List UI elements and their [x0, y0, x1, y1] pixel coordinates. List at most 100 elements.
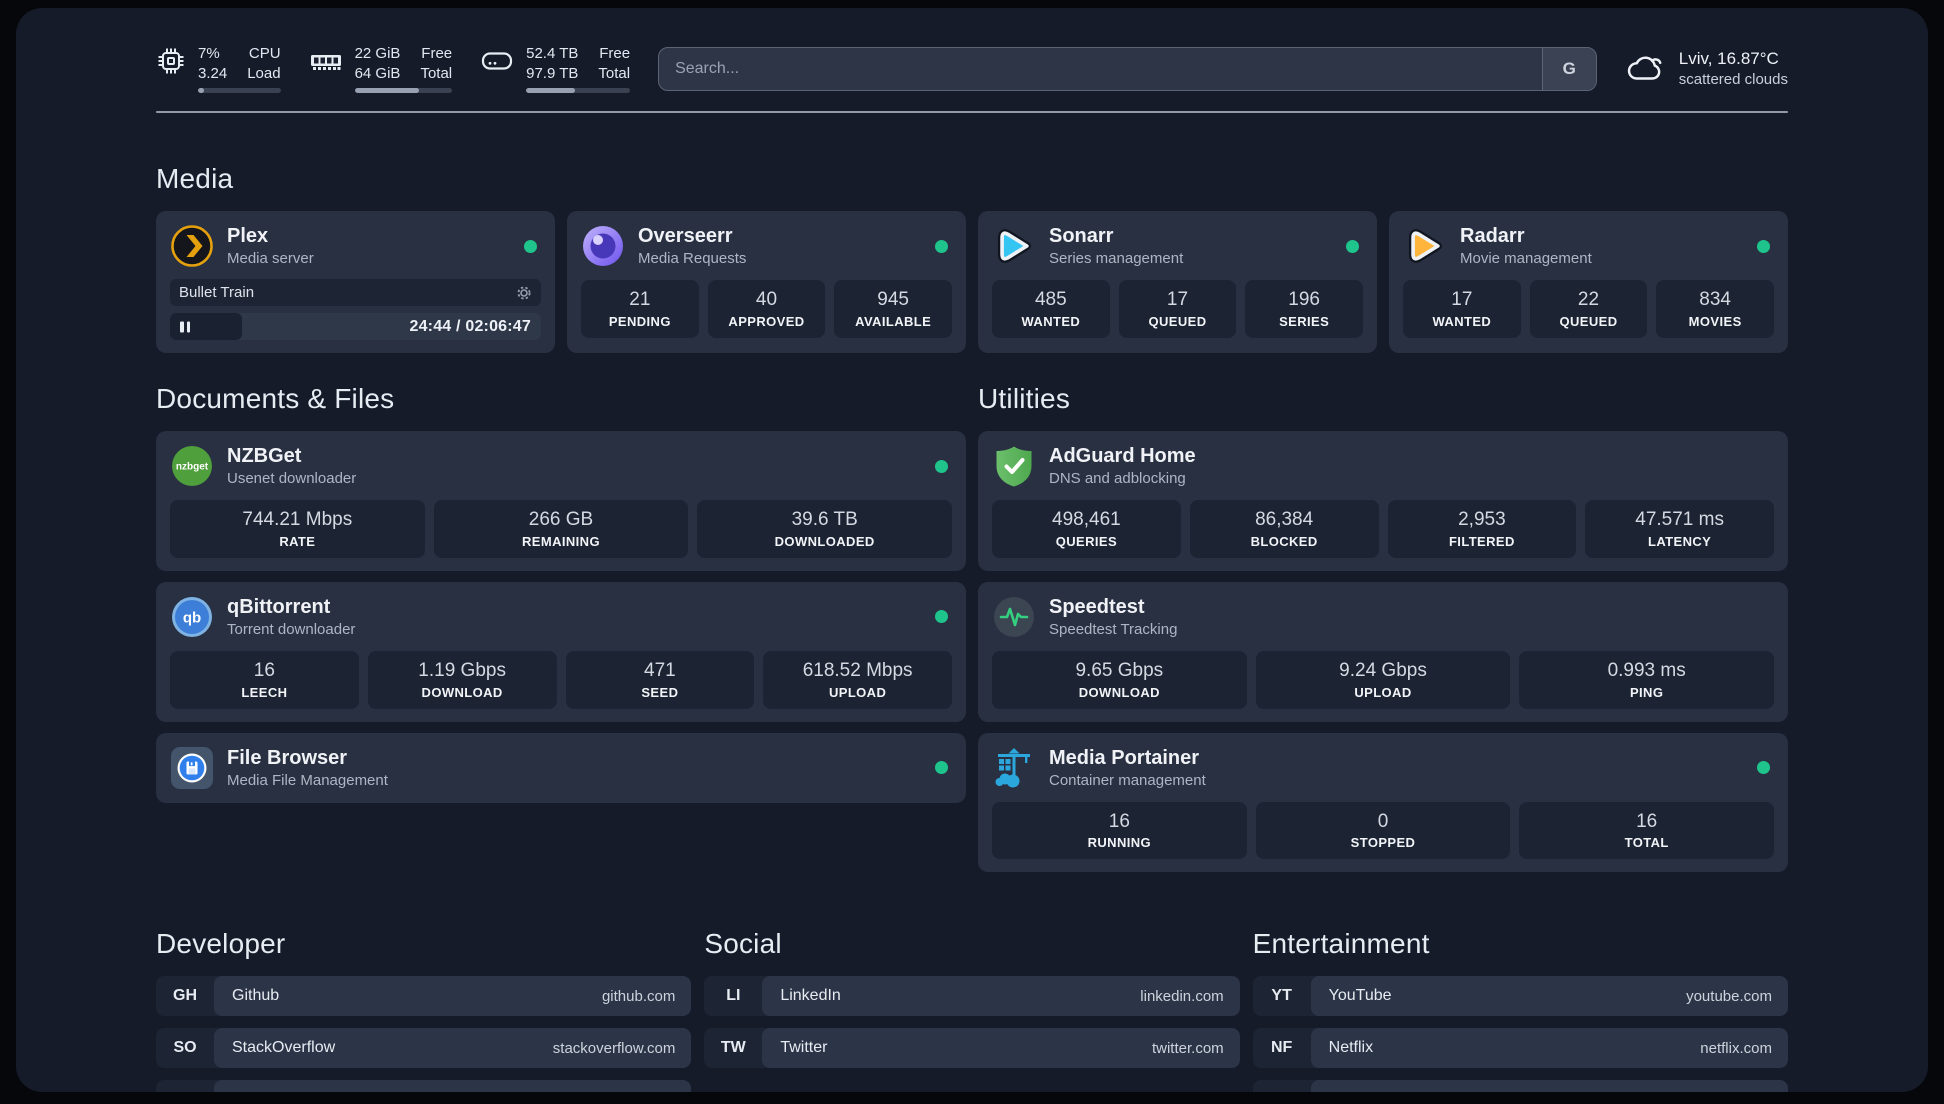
stat-tile: 17 WANTED — [1403, 280, 1521, 338]
stat-tile: 17 QUEUED — [1118, 280, 1237, 338]
stat-tile: 196 SERIES — [1245, 280, 1363, 338]
linkedin-abbr-icon: LI — [726, 987, 741, 1005]
memory-metric: 22 GiB 64 GiB Free Total — [309, 44, 453, 93]
app-name: Overseerr — [638, 225, 733, 247]
app-description: Torrent downloader — [227, 620, 356, 638]
storage-free-value: 52.4 TB — [526, 45, 579, 62]
stat-tile: 266 GB REMAINING — [433, 500, 689, 558]
adguard-card: AdGuard Home DNS and adblocking 498,461 … — [978, 431, 1788, 571]
stat-tile: 16 RUNNING — [992, 801, 1247, 860]
section-title-social: Social — [704, 928, 782, 960]
sonarr-app-link[interactable]: Sonarr Series management — [992, 224, 1363, 268]
app-name: NZBGet — [227, 445, 302, 467]
stat-tile: 47.571 ms LATENCY — [1585, 500, 1774, 558]
overseerr-icon — [581, 224, 625, 268]
now-playing-row: Bullet Train — [170, 279, 541, 306]
stat-label: QUEUED — [1148, 313, 1207, 329]
link-youtube[interactable]: YT YouTube youtube.com — [1252, 976, 1788, 1017]
app-description: Media server — [227, 250, 314, 267]
stat-value: 485 — [1034, 289, 1067, 310]
stat-label: SERIES — [1279, 313, 1330, 329]
header-divider — [156, 111, 1788, 113]
plex-app-link[interactable]: Plex Media server — [170, 224, 541, 268]
playback-progress-bar[interactable]: 24:44 / 02:06:47 — [170, 313, 541, 340]
link-twitter[interactable]: TW Twitter twitter.com — [704, 1028, 1240, 1069]
stat-value: 47.571 ms — [1635, 509, 1724, 530]
stat-value: 945 — [877, 289, 909, 310]
stat-value: 618.52 Mbps — [802, 659, 913, 681]
link-url: linkedin.com — [1140, 987, 1224, 1005]
dashboard: 7% 3.24 CPU Load 22 GiB 64 GiB Free Tota… — [16, 8, 1928, 1092]
filebrowser-card: File Browser Media File Management — [156, 732, 966, 803]
stat-value: 2,953 — [1458, 509, 1506, 530]
system-metrics: 7% 3.24 CPU Load 22 GiB 64 GiB Free Tota… — [156, 44, 631, 93]
stat-label: WANTED — [1021, 313, 1081, 329]
plex-icon — [170, 224, 214, 268]
stat-label: SEED — [641, 684, 679, 700]
app-description: DNS and adblocking — [1049, 470, 1186, 487]
link-github[interactable]: GH Github github.com — [156, 976, 692, 1017]
entertainment-section: Entertainment YT YouTube youtube.com NF … — [1252, 928, 1788, 1092]
overseerr-app-link[interactable]: Overseerr Media Requests — [581, 224, 952, 268]
stat-tile: 39.6 TB DOWNLOADED — [697, 500, 952, 558]
status-online-dot — [524, 239, 537, 253]
stat-value: 834 — [1699, 289, 1731, 310]
link-dev-to[interactable]: DT DEV dev.to — [156, 1080, 692, 1092]
portainer-app-link[interactable]: Media Portainer Container management — [992, 746, 1774, 790]
utilities-column: Utilities AdGuard Home DNS and adblockin… — [978, 383, 1788, 873]
app-name: File Browser — [227, 746, 348, 769]
stat-tile: 2,953 FILTERED — [1387, 500, 1577, 558]
stat-tile: 618.52 Mbps UPLOAD — [763, 650, 952, 709]
link-name: YouTube — [1328, 987, 1392, 1005]
radarr-app-link[interactable]: Radarr Movie management — [1403, 224, 1774, 268]
link-stackoverflow[interactable]: SO StackOverflow stackoverflow.com — [156, 1028, 692, 1069]
stat-label: QUEUED — [1559, 313, 1618, 329]
search-input[interactable] — [659, 47, 1542, 90]
app-name: Sonarr — [1049, 225, 1114, 247]
dev-to-abbr-icon: DT — [156, 1080, 214, 1092]
ram-icon — [309, 46, 343, 76]
link-linkedin[interactable]: LI LinkedIn linkedin.com — [704, 976, 1240, 1017]
stat-label: RATE — [279, 533, 316, 549]
link-netflix[interactable]: NF Netflix netflix.com — [1252, 1028, 1788, 1069]
filebrowser-app-link[interactable]: File Browser Media File Management — [170, 746, 952, 790]
stat-value: 0 — [1377, 810, 1389, 832]
adguard-app-link[interactable]: AdGuard Home DNS and adblocking — [992, 444, 1774, 488]
radarr-card: Radarr Movie management 17 WANTED 22 QUE… — [1389, 211, 1788, 353]
link-name: StackOverflow — [232, 1039, 336, 1057]
storage-metric: 52.4 TB 97.9 TB Free Total — [480, 44, 631, 93]
pause-button[interactable] — [180, 321, 190, 332]
qbittorrent-app-link[interactable]: qb qBittorrent Torrent downloader — [170, 595, 952, 639]
stat-value: 498,461 — [1052, 509, 1121, 530]
github-abbr-icon: GH — [173, 987, 197, 1005]
weather-location-temp: Lviv, 16.87°C — [1678, 49, 1779, 68]
stat-label: DOWNLOAD — [1078, 684, 1160, 700]
now-playing-title: Bullet Train — [179, 284, 255, 301]
stat-tile: 21 PENDING — [581, 280, 699, 338]
stat-value: 86,384 — [1255, 509, 1314, 530]
search-engine-button[interactable]: G — [1541, 47, 1596, 90]
stat-tile: 498,461 QUERIES — [992, 500, 1181, 558]
status-online-dot — [1757, 761, 1770, 774]
link-name: DEV — [232, 1091, 265, 1092]
section-title-media: Media — [156, 163, 234, 194]
search-bar: G — [658, 46, 1597, 91]
stat-value: 744.21 Mbps — [242, 509, 353, 530]
cpu-label: CPU — [248, 45, 281, 62]
stat-label: TOTAL — [1624, 835, 1669, 851]
link-reddit[interactable]: RE Reddit reddit.com — [1252, 1080, 1788, 1092]
nzbget-icon: nzbget — [170, 444, 214, 488]
storage-usage-bar — [526, 88, 631, 93]
link-url: stackoverflow.com — [552, 1039, 676, 1057]
app-name: qBittorrent — [227, 595, 331, 618]
stackoverflow-abbr-icon: SO — [173, 1039, 197, 1057]
stat-value: 22 — [1577, 289, 1600, 310]
nzbget-app-link[interactable]: nzbget NZBGet Usenet downloader — [170, 444, 952, 488]
memory-total-label: Total — [420, 64, 453, 82]
cpu-load-label: Load — [247, 64, 281, 82]
speedtest-app-link[interactable]: Speedtest Speedtest Tracking — [992, 595, 1774, 639]
stat-label: UPLOAD — [828, 684, 887, 700]
gear-icon[interactable] — [516, 285, 532, 301]
stat-value: 21 — [629, 289, 651, 310]
portainer-card: Media Portainer Container management 16 … — [978, 732, 1788, 873]
